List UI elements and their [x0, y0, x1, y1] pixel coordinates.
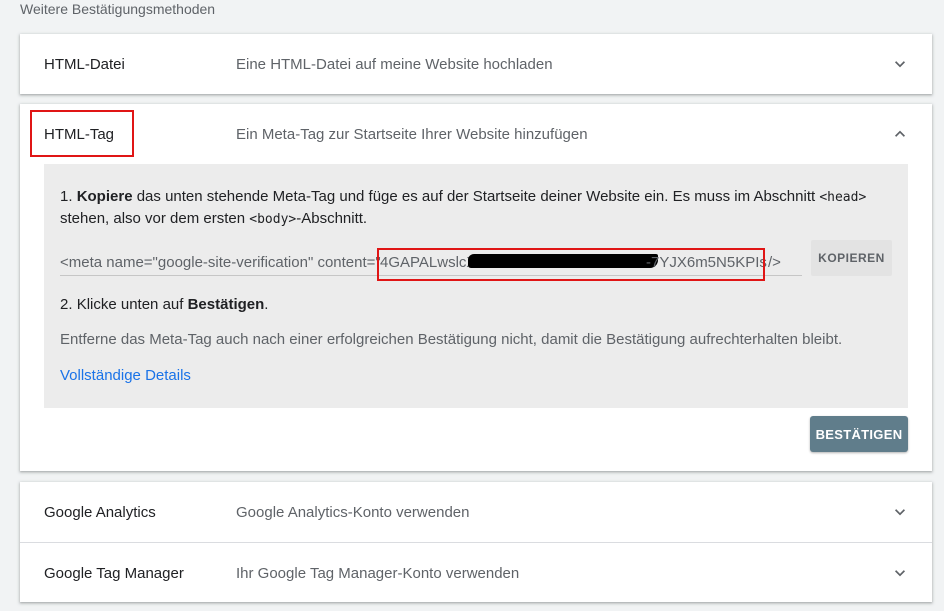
code-head: <head>: [819, 190, 867, 205]
copy-button[interactable]: KOPIEREN: [811, 240, 892, 276]
code-body: <body>: [249, 212, 297, 227]
chevron-down-icon[interactable]: [890, 502, 910, 522]
method-header-html-file[interactable]: HTML-Datei Eine HTML-Datei auf meine Web…: [20, 34, 932, 94]
chevron-up-icon[interactable]: [890, 124, 910, 144]
method-title: Google Analytics: [44, 504, 156, 521]
method-description: Google Analytics-Konto verwenden: [236, 504, 470, 521]
method-description: Eine HTML-Datei auf meine Website hochla…: [236, 56, 553, 73]
meta-token-end: -7YJX6m5N5KPIs: [646, 254, 767, 271]
redaction-mark: [468, 254, 658, 268]
method-description: Ihr Google Tag Manager-Konto verwenden: [236, 565, 520, 582]
full-details-link[interactable]: Vollständige Details: [60, 367, 191, 384]
step-1-bold: Kopiere: [76, 188, 133, 205]
meta-tag-field[interactable]: <meta name="google-site-verification" co…: [60, 250, 802, 276]
meta-suffix: />: [768, 254, 781, 271]
meta-token-start: 4GAPALwslcX: [380, 254, 477, 271]
method-description: Ein Meta-Tag zur Startseite Ihrer Websit…: [236, 126, 588, 143]
method-card-html-file: HTML-Datei Eine HTML-Datei auf meine Web…: [20, 34, 932, 94]
method-header-html-tag[interactable]: HTML-Tag Ein Meta-Tag zur Startseite Ihr…: [20, 104, 932, 164]
method-title: Google Tag Manager: [44, 565, 184, 582]
section-heading: Weitere Bestätigungsmethoden: [20, 1, 216, 17]
method-header-google-tag-manager[interactable]: Google Tag Manager Ihr Google Tag Manage…: [20, 542, 932, 602]
chevron-down-icon[interactable]: [890, 54, 910, 74]
step-1-text: 1. Kopiere das unten stehende Meta-Tag u…: [60, 188, 867, 227]
step-2-bold: Bestätigen: [187, 296, 265, 313]
step-2-text: 2. Klicke unten auf Bestätigen.: [60, 296, 269, 313]
chevron-down-icon[interactable]: [890, 563, 910, 583]
instructions-panel: 1. Kopiere das unten stehende Meta-Tag u…: [44, 164, 908, 408]
confirm-button[interactable]: BESTÄTIGEN: [810, 416, 908, 452]
retention-hint: Entferne das Meta-Tag auch nach einer er…: [60, 331, 843, 348]
meta-prefix: <meta name="google-site-verification" co…: [60, 254, 381, 271]
method-title: HTML-Tag: [44, 126, 115, 143]
method-title: HTML-Datei: [44, 56, 125, 73]
method-header-google-analytics[interactable]: Google Analytics Google Analytics-Konto …: [20, 482, 932, 542]
method-card-group: Google Analytics Google Analytics-Konto …: [20, 482, 932, 602]
